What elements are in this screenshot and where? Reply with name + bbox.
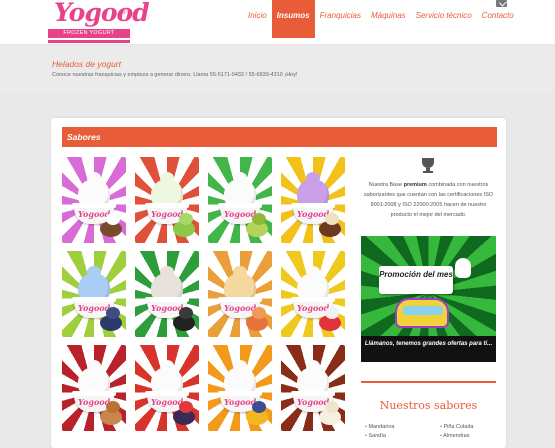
premium-description: Nuestra Base premium combinada con nuest… <box>360 180 497 220</box>
fruit-garnish-small <box>106 401 120 413</box>
list-item: Piña Colada <box>440 423 473 432</box>
page-subtitle: Conoce nuestras franquicias y empieza a … <box>52 72 298 78</box>
main-nav: Inicio Insumos Franquicias Máquinas Serv… <box>243 0 519 38</box>
page-title: Helados de yogurt <box>52 59 121 69</box>
promo-caption: Llámanos, tenemos grandes ofertas para t… <box>361 336 496 362</box>
flavor-list-left: Mandarina Sandía <box>365 423 394 441</box>
logo-registered-mark: ® <box>122 10 127 16</box>
nav-maquinas[interactable]: Máquinas <box>366 0 411 38</box>
list-item: Mandarina <box>365 423 394 432</box>
site-header: Yogood ® FROZEN YOGURT Inicio Insumos Fr… <box>0 0 555 45</box>
flavor-tile-mango[interactable]: Yogood <box>208 345 272 431</box>
fruit-garnish-small <box>179 401 193 413</box>
description-bold: premium <box>403 182 427 188</box>
divider <box>361 381 496 383</box>
nav-servicio-tecnico[interactable]: Servicio técnico <box>411 0 477 38</box>
page-banner: Helados de yogurt Conoce nuestras franqu… <box>0 46 555 92</box>
promo-banner[interactable]: Promoción del mes Llámanos, tenemos gran… <box>361 236 496 362</box>
van-illustration <box>395 298 449 328</box>
flavor-tile-taro[interactable]: Yogood <box>281 157 345 243</box>
description-text: Nuestra Base <box>368 182 404 188</box>
flavor-tile-durazno[interactable]: Yogood <box>208 251 272 337</box>
nav-franquicias[interactable]: Franquicias <box>315 0 366 38</box>
flavor-tile-coco[interactable]: Yogood <box>62 157 126 243</box>
fruit-garnish-small <box>106 307 120 319</box>
yogurt-cup-icon <box>455 258 471 278</box>
flavor-tile-lichi[interactable]: Yogood <box>281 251 345 337</box>
flavor-tile-frutos-rojos[interactable]: Yogood <box>135 345 199 431</box>
fruit-garnish-small <box>252 307 266 319</box>
flavor-tile-oreo[interactable]: Yogood <box>135 251 199 337</box>
fruit-garnish-small <box>325 401 339 413</box>
flavor-tile-mora-azul[interactable]: Yogood <box>62 251 126 337</box>
fruit-garnish-small <box>106 213 120 225</box>
flavor-tile-pera[interactable]: Yogood <box>208 157 272 243</box>
envelope-icon[interactable] <box>496 0 507 7</box>
flavor-tile-almendra[interactable]: Yogood <box>62 345 126 431</box>
logo-tagline: FROZEN YOGURT <box>48 29 130 38</box>
nav-inicio[interactable]: Inicio <box>243 0 272 38</box>
fruit-garnish-small <box>252 213 266 225</box>
yogood-logo[interactable]: Yogood ® FROZEN YOGURT <box>48 0 150 44</box>
fruit-garnish-small <box>325 307 339 319</box>
nuestros-sabores-title: Nuestros sabores <box>379 399 478 412</box>
fruit-garnish-small <box>325 213 339 225</box>
logo-underline <box>48 40 130 43</box>
nav-insumos[interactable]: Insumos <box>271 0 315 38</box>
logo-wordmark: Yogood <box>54 0 150 27</box>
fruit-garnish-small <box>179 307 193 319</box>
flavor-list-right: Piña Colada Almendras <box>440 423 473 441</box>
fruit-garnish-small <box>252 401 266 413</box>
flavor-tile-chocolate-blanco[interactable]: Yogood <box>281 345 345 431</box>
sabores-heading: Sabores <box>62 127 497 147</box>
fruit-garnish-small <box>179 213 193 225</box>
flavor-tile-manzana[interactable]: Yogood <box>135 157 199 243</box>
promo-title: Promoción del mes <box>379 266 453 294</box>
